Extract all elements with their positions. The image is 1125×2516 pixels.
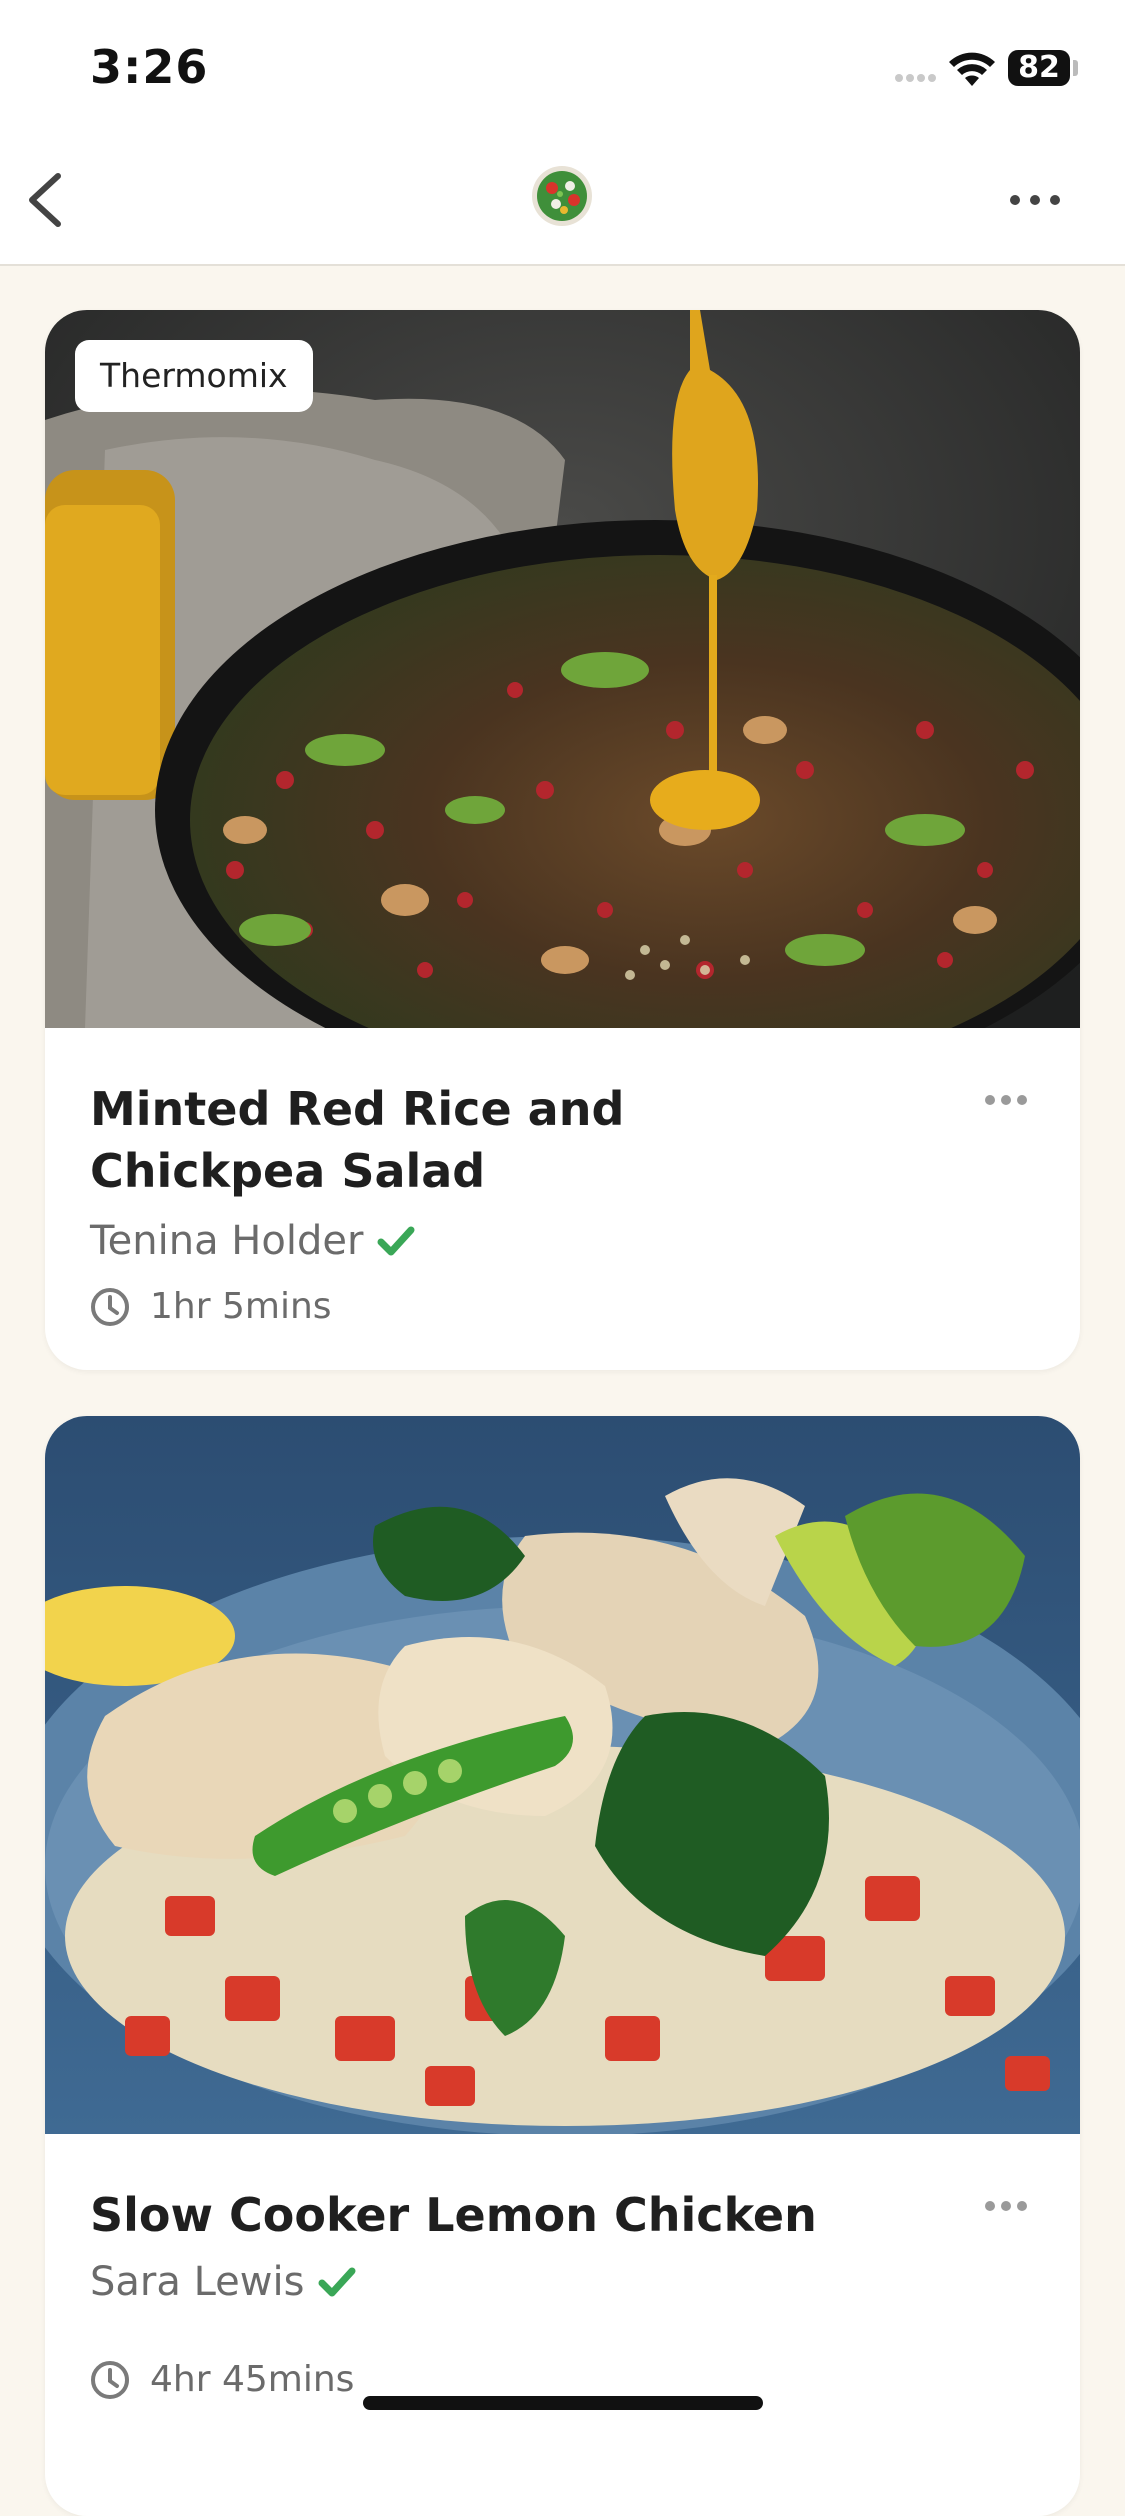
recipe-author[interactable]: Sara Lewis bbox=[90, 2259, 356, 2305]
duration-text: 1hr 5mins bbox=[150, 1286, 332, 1327]
author-name: Tenina Holder bbox=[90, 1218, 364, 1264]
recipe-title-line: Slow Cooker Lemon Chicken bbox=[90, 2188, 817, 2242]
author-name: Sara Lewis bbox=[90, 2259, 305, 2305]
recipe-title[interactable]: Slow Cooker Lemon Chicken bbox=[90, 2184, 850, 2246]
recipe-duration: 4hr 45mins bbox=[90, 2359, 354, 2400]
clock-icon bbox=[91, 1287, 129, 1326]
status-time: 3:26 bbox=[90, 40, 209, 94]
recipe-title[interactable]: Minted Red Rice and Chickpea Salad bbox=[90, 1078, 850, 1202]
recipe-card[interactable]: Thermomix Minted Red Rice and Chickpea S… bbox=[45, 310, 1080, 1370]
source-badge: Thermomix bbox=[75, 340, 313, 412]
clock-icon bbox=[91, 2360, 129, 2399]
ellipsis-icon[interactable] bbox=[1005, 180, 1065, 220]
cellular-signal-icon bbox=[895, 74, 936, 84]
battery-cap bbox=[1073, 60, 1078, 76]
verified-check-icon bbox=[318, 2267, 356, 2297]
ellipsis-icon[interactable] bbox=[983, 2199, 1029, 2213]
recipe-card[interactable]: Slow Cooker Lemon Chicken Sara Lewis 4hr… bbox=[45, 1416, 1080, 2516]
status-bar: 3:26 82 bbox=[0, 0, 1125, 140]
salad-logo-icon bbox=[532, 166, 592, 226]
nav-bar bbox=[0, 140, 1125, 266]
recipe-author[interactable]: Tenina Holder bbox=[90, 1218, 415, 1264]
verified-check-icon bbox=[377, 1226, 415, 1256]
duration-text: 4hr 45mins bbox=[150, 2359, 355, 2400]
ellipsis-icon[interactable] bbox=[983, 1093, 1029, 1107]
battery-icon: 82 bbox=[1008, 50, 1070, 86]
recipe-title-line: Minted Red Rice and bbox=[90, 1082, 625, 1136]
recipe-image[interactable] bbox=[45, 1416, 1080, 2134]
chevron-left-icon[interactable] bbox=[20, 160, 80, 240]
recipe-image[interactable] bbox=[45, 310, 1080, 1028]
recipe-duration: 1hr 5mins bbox=[90, 1286, 332, 1327]
wifi-icon bbox=[949, 52, 995, 86]
recipe-title-line: Chickpea Salad bbox=[90, 1144, 486, 1198]
home-indicator[interactable] bbox=[363, 2396, 763, 2410]
